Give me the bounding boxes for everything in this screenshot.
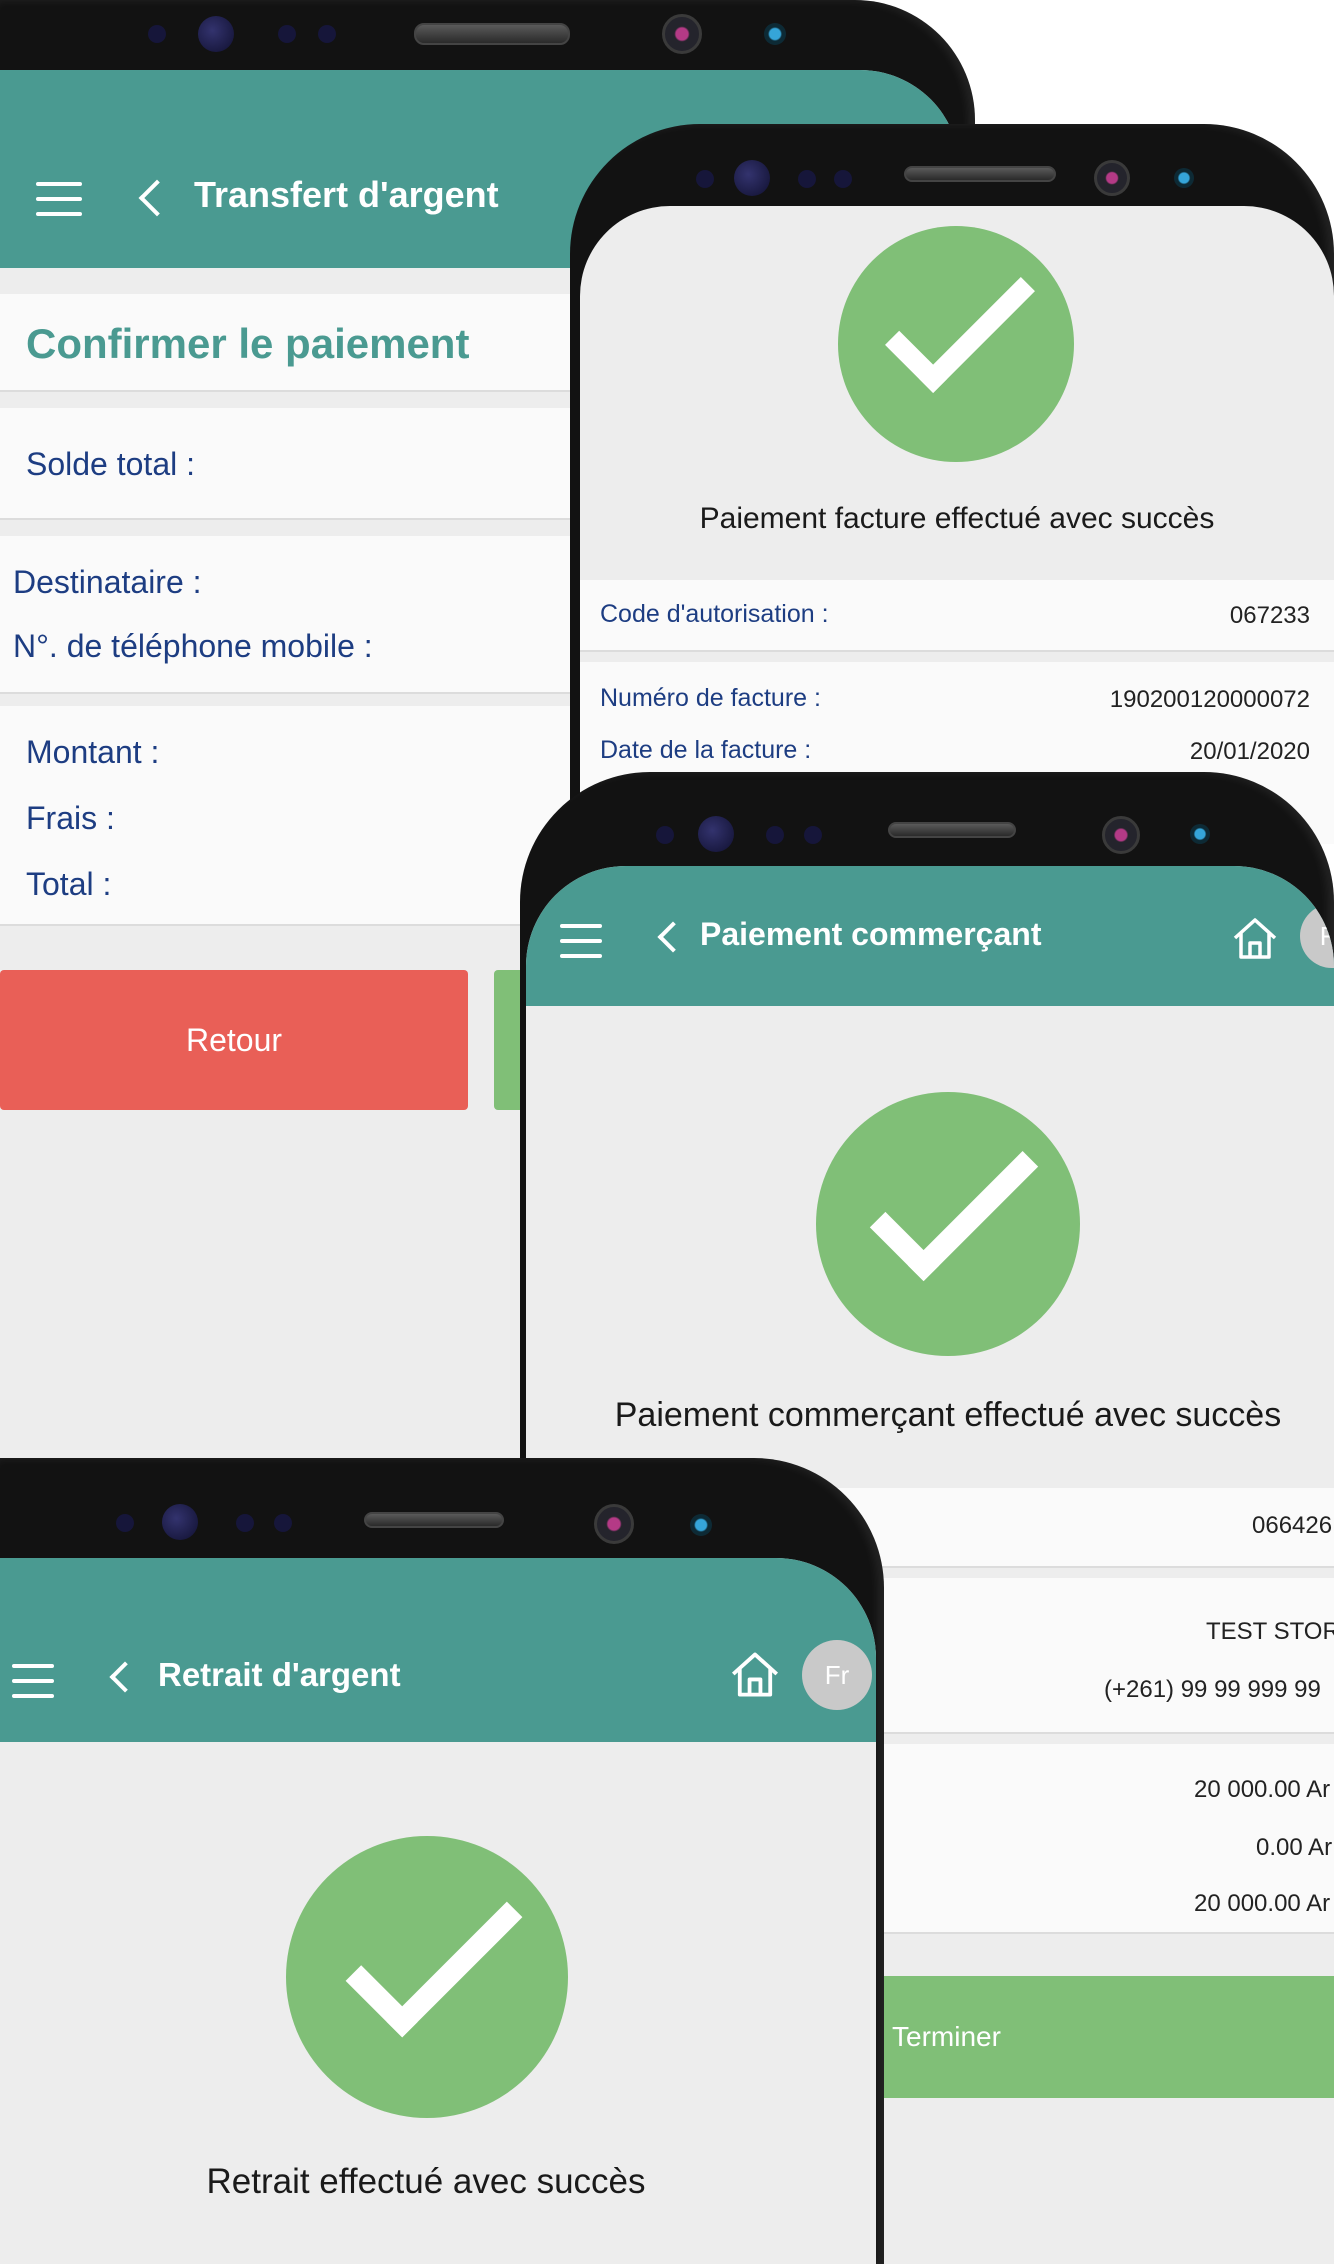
invoice-number-value: 190200120000072 [1109, 686, 1310, 713]
sensor-dot [798, 170, 816, 188]
home-icon[interactable] [1232, 916, 1278, 960]
sensor-dot [656, 826, 674, 844]
menu-icon[interactable] [12, 1664, 54, 1698]
total-label: Total : [26, 866, 112, 902]
sensor-dot [116, 1514, 134, 1532]
sensor-dot [804, 826, 822, 844]
front-sensor [162, 1504, 198, 1540]
front-camera [1094, 160, 1130, 196]
phone-bill-payment: Paiement facture effectué avec succès Co… [570, 124, 1334, 844]
withdrawal-success-screen: Retrait d'argent Fr Retrait effectué ave… [0, 1558, 876, 2264]
proximity-sensor [764, 23, 786, 45]
total-value: 20 000.00 Ar [1194, 1890, 1331, 1917]
auth-code-row: Code d'autorisation : 067233 [580, 580, 1334, 652]
balance-label: Solde total : [26, 446, 195, 482]
back-icon[interactable] [657, 921, 689, 953]
success-check-icon [838, 226, 1074, 462]
success-message: Retrait effectué avec succès [206, 2162, 646, 2201]
success-check-icon [816, 1092, 1080, 1356]
retour-button[interactable]: Retour [0, 970, 468, 1110]
code-value: 066426 [1252, 1512, 1333, 1539]
sensor-dot [274, 1514, 292, 1532]
sensor-dot [834, 170, 852, 188]
menu-icon[interactable] [36, 182, 82, 216]
language-badge[interactable]: Fr [802, 1640, 872, 1710]
fees-label: Frais : [26, 800, 115, 836]
speaker-grille [364, 1512, 504, 1528]
invoice-number-label: Numéro de facture : [600, 684, 821, 712]
proximity-sensor [1190, 824, 1210, 844]
invoice-date-label: Date de la facture : [600, 736, 812, 764]
page-title: Retrait d'argent [158, 1656, 401, 1693]
success-message: Paiement commerçant effectué avec succès [614, 1396, 1282, 1434]
speaker-grille [888, 822, 1016, 838]
back-icon[interactable] [138, 179, 176, 217]
front-camera [662, 14, 702, 54]
menu-icon[interactable] [560, 924, 602, 958]
sensor-dot [236, 1514, 254, 1532]
back-icon[interactable] [109, 1661, 141, 1693]
success-message: Paiement facture effectué avec succès [699, 502, 1215, 535]
front-camera [594, 1504, 634, 1544]
sensor-dot [696, 170, 714, 188]
language-badge[interactable]: Fr [1300, 904, 1334, 968]
page-title: Transfert d'argent [194, 174, 499, 215]
store-phone: (+261) 99 99 999 99 [1104, 1676, 1321, 1703]
front-sensor [698, 816, 734, 852]
amount-label: Montant : [26, 734, 160, 770]
phone-number-label: N°. de téléphone mobile : [13, 628, 373, 664]
front-sensor [198, 16, 234, 52]
proximity-sensor [690, 1514, 712, 1536]
front-camera [1102, 816, 1140, 854]
speaker-grille [414, 23, 570, 45]
sensor-dot [278, 25, 296, 43]
success-check-icon [286, 1836, 568, 2118]
sensor-dot [318, 25, 336, 43]
sensor-dot [148, 25, 166, 43]
home-icon[interactable] [730, 1650, 780, 1698]
sensor-dot [766, 826, 784, 844]
auth-code-label: Code d'autorisation : [600, 600, 829, 628]
amount-value: 20 000.00 Ar [1194, 1776, 1331, 1803]
speaker-grille [904, 166, 1056, 182]
proximity-sensor [1174, 168, 1194, 188]
phone-withdrawal: Retrait d'argent Fr Retrait effectué ave… [0, 1458, 884, 2264]
confirm-heading: Confirmer le paiement [26, 320, 470, 367]
front-sensor [734, 160, 770, 196]
app-header: Paiement commerçant Fr [526, 866, 1334, 1006]
bill-success-screen: Paiement facture effectué avec succès Co… [580, 206, 1334, 844]
auth-code-value: 067233 [1229, 602, 1310, 629]
app-header: Retrait d'argent Fr [0, 1558, 876, 1742]
invoice-date-value: 20/01/2020 [1189, 738, 1310, 765]
store-name: TEST STORE [1206, 1618, 1334, 1645]
recipient-label: Destinataire : [13, 564, 202, 600]
fees-value: 0.00 Ar [1256, 1834, 1333, 1861]
page-title: Paiement commerçant [700, 916, 1042, 952]
